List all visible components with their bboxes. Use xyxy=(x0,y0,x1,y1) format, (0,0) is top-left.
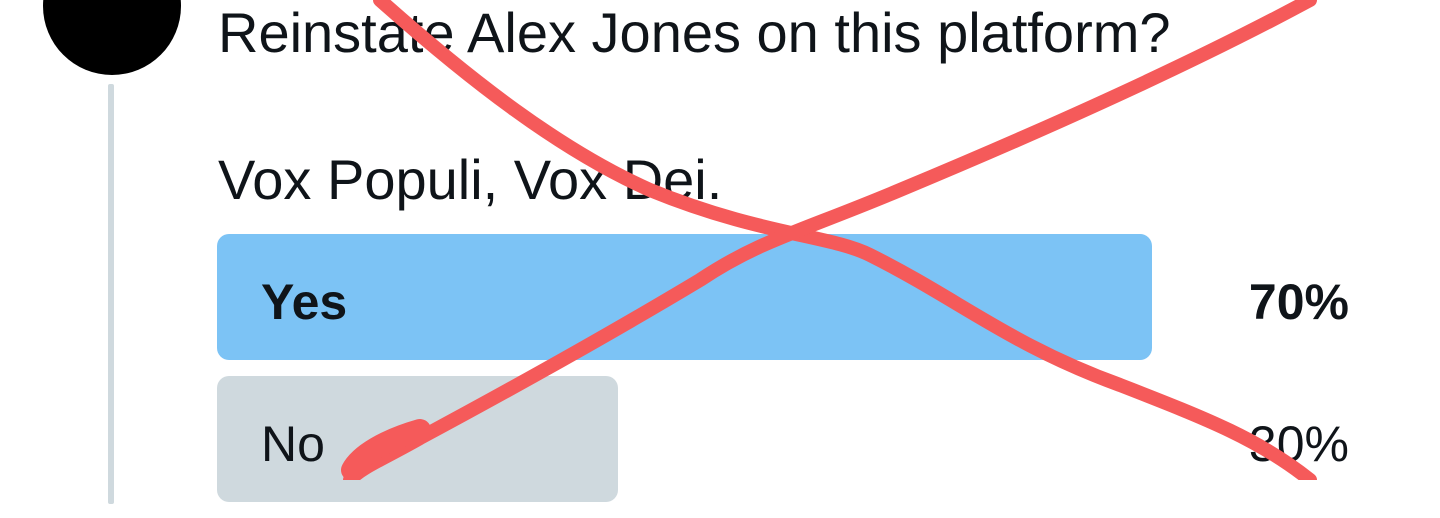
poll-option-percent: 30% xyxy=(1248,416,1349,472)
tweet-subtitle: Vox Populi, Vox Dei. xyxy=(218,148,723,211)
poll-option-label: No xyxy=(261,416,325,472)
thread-connector-line xyxy=(108,84,114,504)
x-logo-icon xyxy=(43,0,181,75)
poll-option-no[interactable]: No 30% xyxy=(217,376,1349,502)
poll: Yes 70% No 30% xyxy=(217,234,1349,518)
poll-bar-yes xyxy=(217,234,1152,360)
poll-option-yes[interactable]: Yes 70% xyxy=(217,234,1349,360)
avatar[interactable] xyxy=(43,0,181,75)
poll-option-percent: 70% xyxy=(1248,274,1349,330)
poll-option-label: Yes xyxy=(261,274,348,330)
tweet-question: Reinstate Alex Jones on this platform? xyxy=(218,1,1171,64)
